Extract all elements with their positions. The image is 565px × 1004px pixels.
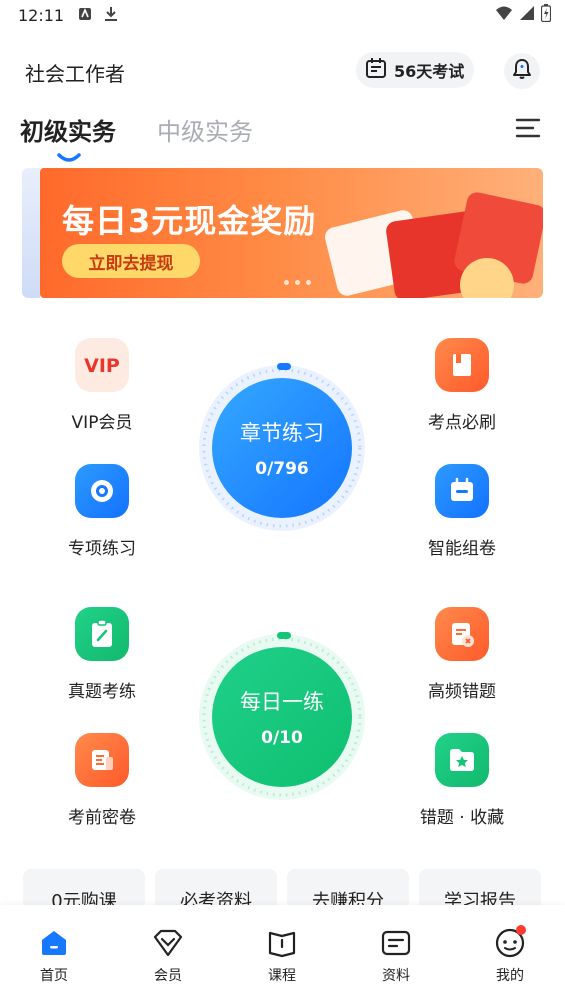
notification-button[interactable] xyxy=(504,53,540,89)
nav-materials[interactable]: 资料 xyxy=(366,927,426,985)
app-notification-icon xyxy=(78,6,92,25)
nav-home[interactable]: 首页 xyxy=(24,927,84,985)
battery-icon xyxy=(540,4,552,26)
feature-label: 考点必刷 xyxy=(428,413,496,433)
top-header: 社会工作者 56天考试 xyxy=(0,48,565,94)
feature-label: 专项练习 xyxy=(68,539,136,559)
nav-label: 我的 xyxy=(496,968,524,984)
tab-chuji-shiwu[interactable]: 初级实务 xyxy=(20,112,116,147)
previous-banner-peek xyxy=(22,168,40,298)
promo-carousel[interactable]: 每日3元现金奖励 立即去提现 xyxy=(22,168,543,298)
smiley-icon xyxy=(494,925,526,959)
svg-text:VIP: VIP xyxy=(84,355,120,376)
feature-label: VIP会员 xyxy=(71,413,133,433)
nav-label: 资料 xyxy=(382,968,410,984)
wifi-icon xyxy=(495,5,513,25)
carousel-dot xyxy=(284,280,289,285)
clipboard-edit-icon xyxy=(75,607,129,661)
book-open-icon xyxy=(266,927,298,959)
folder-star-icon xyxy=(435,733,489,787)
active-tab-indicator xyxy=(57,148,81,167)
chapter-practice-title: 章节练习 xyxy=(240,421,324,445)
promo-banner[interactable]: 每日3元现金奖励 立即去提现 xyxy=(40,168,543,298)
feature-zhenti[interactable]: 真题考练 xyxy=(47,607,157,702)
download-icon xyxy=(104,6,118,26)
feature-cuoti-shoucang[interactable]: 错题 · 收藏 xyxy=(407,733,517,828)
feature-label: 考前密卷 xyxy=(68,808,136,828)
nav-label: 首页 xyxy=(40,968,68,984)
book-icon xyxy=(435,338,489,392)
tab-zhongji-shiwu[interactable]: 中级实务 xyxy=(157,112,253,147)
status-time: 12:11 xyxy=(18,6,65,25)
feature-kaodian[interactable]: 考点必刷 xyxy=(407,338,517,433)
nav-member[interactable]: 会员 xyxy=(138,927,198,985)
notification-badge xyxy=(516,925,526,935)
error-paper-icon xyxy=(435,607,489,661)
nav-courses[interactable]: 课程 xyxy=(252,927,312,985)
bottom-navigation: 首页 会员 课程 资料 我的 xyxy=(0,905,565,1004)
exam-countdown-label: 56天考试 xyxy=(394,62,465,81)
banner-cta-button[interactable]: 立即去提现 xyxy=(62,244,200,278)
secret-paper-icon xyxy=(75,733,129,787)
calendar-icon xyxy=(364,56,388,84)
diamond-icon xyxy=(152,927,184,959)
document-icon xyxy=(380,927,412,959)
feature-label: 真题考练 xyxy=(68,682,136,702)
feature-zhuanxiang[interactable]: 专项练习 xyxy=(47,464,157,559)
calendar-paper-icon xyxy=(435,464,489,518)
signal-icon xyxy=(519,5,535,25)
feature-gaopin[interactable]: 高频错题 xyxy=(407,607,517,702)
daily-practice-progress: 0/10 xyxy=(261,728,303,748)
subject-tabs: 初级实务 中级实务 xyxy=(0,108,565,162)
exam-subject-title[interactable]: 社会工作者 xyxy=(25,58,125,87)
target-icon xyxy=(75,464,129,518)
status-bar: 12:11 xyxy=(0,0,565,32)
banner-headline: 每日3元现金奖励 xyxy=(62,202,317,240)
feature-label: 智能组卷 xyxy=(428,539,496,559)
home-icon xyxy=(38,927,70,959)
daily-practice-core: 每日一练 0/10 xyxy=(212,647,352,787)
feature-zhineng[interactable]: 智能组卷 xyxy=(407,464,517,559)
nav-label: 会员 xyxy=(154,968,182,984)
exam-countdown-chip[interactable]: 56天考试 xyxy=(356,52,475,88)
carousel-dot xyxy=(306,280,311,285)
carousel-dots xyxy=(284,280,311,285)
feature-label: 错题 · 收藏 xyxy=(419,808,505,828)
feature-kaoqian[interactable]: 考前密卷 xyxy=(47,733,157,828)
menu-icon[interactable] xyxy=(514,114,542,142)
vip-icon: VIP xyxy=(75,338,129,392)
chapter-practice-progress: 0/796 xyxy=(255,459,309,479)
nav-label: 课程 xyxy=(268,968,296,984)
daily-practice-title: 每日一练 xyxy=(240,690,324,714)
chapter-practice-core: 章节练习 0/796 xyxy=(212,378,352,518)
bell-icon xyxy=(510,57,534,85)
feature-vip[interactable]: VIP VIP会员 xyxy=(47,338,157,433)
nav-profile[interactable]: 我的 xyxy=(480,925,540,985)
feature-label: 高频错题 xyxy=(428,682,496,702)
daily-practice-button[interactable]: 每日一练 0/10 xyxy=(197,632,367,802)
carousel-dot xyxy=(295,280,300,285)
chapter-practice-button[interactable]: 章节练习 0/796 xyxy=(197,363,367,533)
